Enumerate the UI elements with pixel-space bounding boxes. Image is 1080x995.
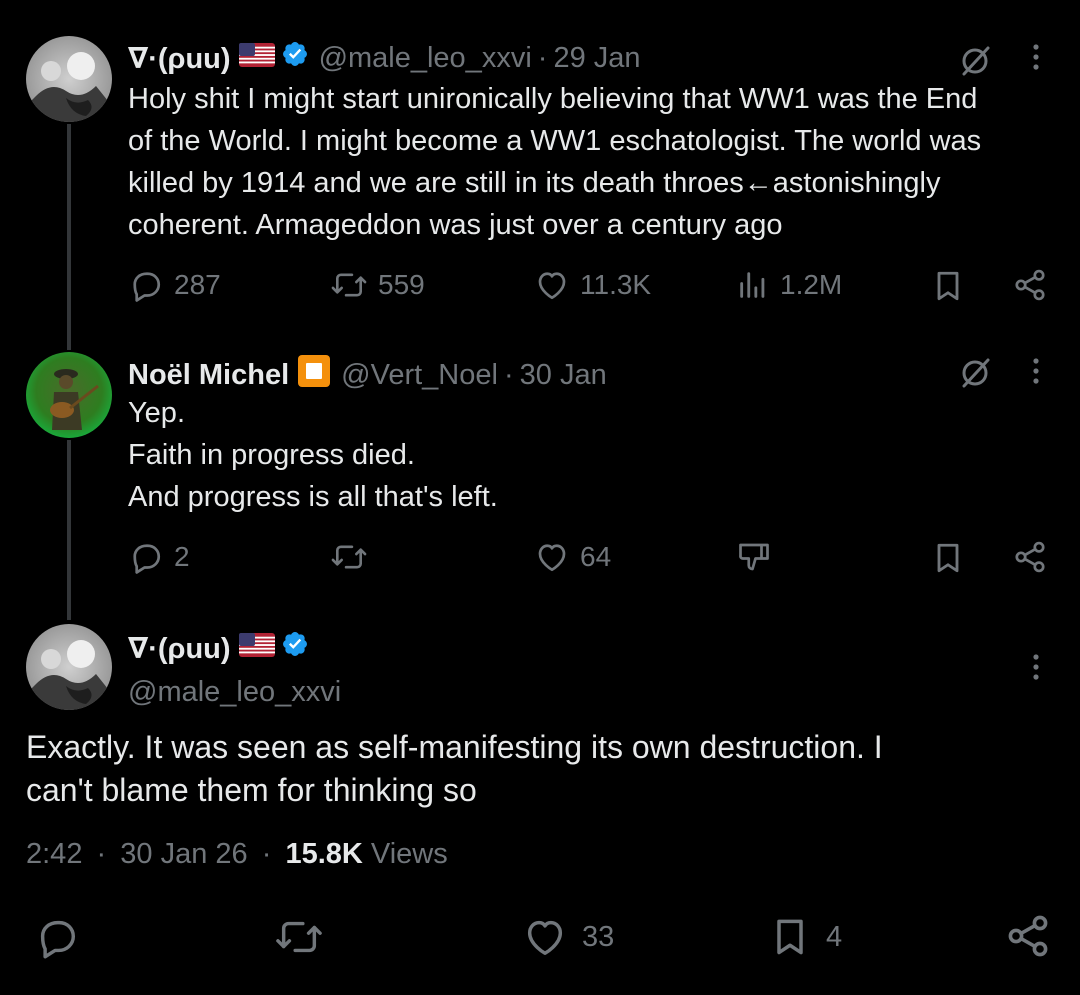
display-name[interactable]: Noël Michel <box>128 359 289 392</box>
tweet-text-line: can't blame them for thinking so <box>26 772 477 808</box>
tweet-header: Noël Michel @Vert_Noel · 30 Jan <box>128 354 607 396</box>
separator-dot: · <box>96 838 107 870</box>
tweet-header: ∇·(ρuu) @male_leo_xxvi · 29 Jan <box>128 40 641 76</box>
tweet-text-line: killed by 1914 and we are still in its d… <box>128 167 941 199</box>
share-icon[interactable] <box>1012 539 1048 575</box>
main-tweet-text: Exactly. It was seen as self-manifesting… <box>26 726 883 812</box>
bookmark-count: 4 <box>826 920 843 953</box>
tweet-text-line: And progress is all that's left. <box>128 481 498 513</box>
tweet-text: Yep. Faith in progress died. And progres… <box>128 392 498 518</box>
bookmark-icon[interactable] <box>930 539 966 577</box>
grok-icon[interactable] <box>958 356 992 390</box>
more-icon[interactable] <box>1028 652 1044 684</box>
share-icon[interactable] <box>1012 267 1048 303</box>
verified-badge-icon[interactable] <box>281 40 309 76</box>
heart-icon <box>538 272 566 300</box>
main-tweet-name-row: ∇·(ρuu) <box>128 630 309 666</box>
post-time: 2:42 <box>26 838 83 870</box>
separator-dot: · <box>503 358 514 391</box>
bookmark-icon <box>777 919 803 955</box>
views-count[interactable]: 15.8K <box>285 838 362 870</box>
heart-icon <box>538 544 566 572</box>
orange-square-badge-icon <box>297 354 331 396</box>
bookmark-button[interactable]: 4 <box>768 912 842 962</box>
verified-badge-icon[interactable] <box>281 630 309 666</box>
views-button[interactable]: 1.2M <box>736 267 842 303</box>
like-button[interactable]: 33 <box>522 914 614 960</box>
repost-icon[interactable] <box>274 914 324 960</box>
bookmark-icon[interactable] <box>930 267 966 305</box>
avatar[interactable] <box>26 624 112 710</box>
timestamp[interactable]: 30 Jan <box>520 359 607 392</box>
repost-button[interactable]: 559 <box>330 267 425 303</box>
reply-button[interactable]: 2 <box>128 539 190 575</box>
like-count: 11.3K <box>580 269 652 300</box>
repost-icon <box>331 273 367 297</box>
tweet-text-line: Yep. <box>128 397 185 429</box>
avatar[interactable] <box>26 352 112 438</box>
share-icon[interactable] <box>1004 912 1052 960</box>
reply-icon[interactable] <box>34 914 80 960</box>
grok-icon[interactable] <box>958 44 992 78</box>
like-button[interactable]: 64 <box>534 539 611 575</box>
tweet-text-line: Faith in progress died. <box>128 439 415 471</box>
separator-dot: · <box>261 838 272 870</box>
us-flag-icon <box>238 632 275 665</box>
views-count: 1.2M <box>780 269 843 300</box>
avatar[interactable] <box>26 36 112 122</box>
reply-icon <box>133 544 161 574</box>
handle[interactable]: @Vert_Noel <box>341 359 498 392</box>
handle[interactable]: @male_leo_xxvi <box>128 676 341 709</box>
like-button[interactable]: 11.3K <box>534 267 651 303</box>
reply-count: 287 <box>174 269 221 300</box>
more-icon[interactable] <box>1028 42 1044 74</box>
views-icon <box>740 272 765 298</box>
views-label: Views <box>370 838 448 870</box>
post-date: 30 Jan 26 <box>120 838 248 870</box>
more-icon[interactable] <box>1028 356 1044 388</box>
thread-line <box>67 440 71 620</box>
heart-icon <box>527 920 563 956</box>
separator-dot: · <box>537 41 548 74</box>
display-name[interactable]: ∇·(ρuu) <box>128 41 231 76</box>
tweet-text-line: Holy shit I might start unironically bel… <box>128 83 978 115</box>
reply-icon <box>133 272 161 302</box>
dislike-icon[interactable] <box>736 539 772 575</box>
tweet-text-line: Exactly. It was seen as self-manifesting… <box>26 729 883 765</box>
tweet-text-line: of the World. I might become a WW1 escha… <box>128 125 982 157</box>
display-name[interactable]: ∇·(ρuu) <box>128 631 231 666</box>
repost-button[interactable] <box>330 539 368 575</box>
reply-button[interactable]: 287 <box>128 267 221 303</box>
us-flag-icon <box>238 42 275 75</box>
handle[interactable]: @male_leo_xxvi <box>319 42 532 75</box>
reply-count: 2 <box>174 541 190 572</box>
thread-line <box>67 124 71 350</box>
tweet-text-line: coherent. Armageddon was just over a cen… <box>128 209 783 241</box>
tweet-meta: 2:42 · 30 Jan 26 · 15.8K Views <box>26 838 448 871</box>
like-count: 33 <box>582 920 615 953</box>
like-count: 64 <box>580 541 612 572</box>
repost-count: 559 <box>378 269 425 300</box>
repost-icon <box>331 545 367 569</box>
tweet-text: Holy shit I might start unironically bel… <box>128 78 981 246</box>
timestamp[interactable]: 29 Jan <box>553 42 640 75</box>
